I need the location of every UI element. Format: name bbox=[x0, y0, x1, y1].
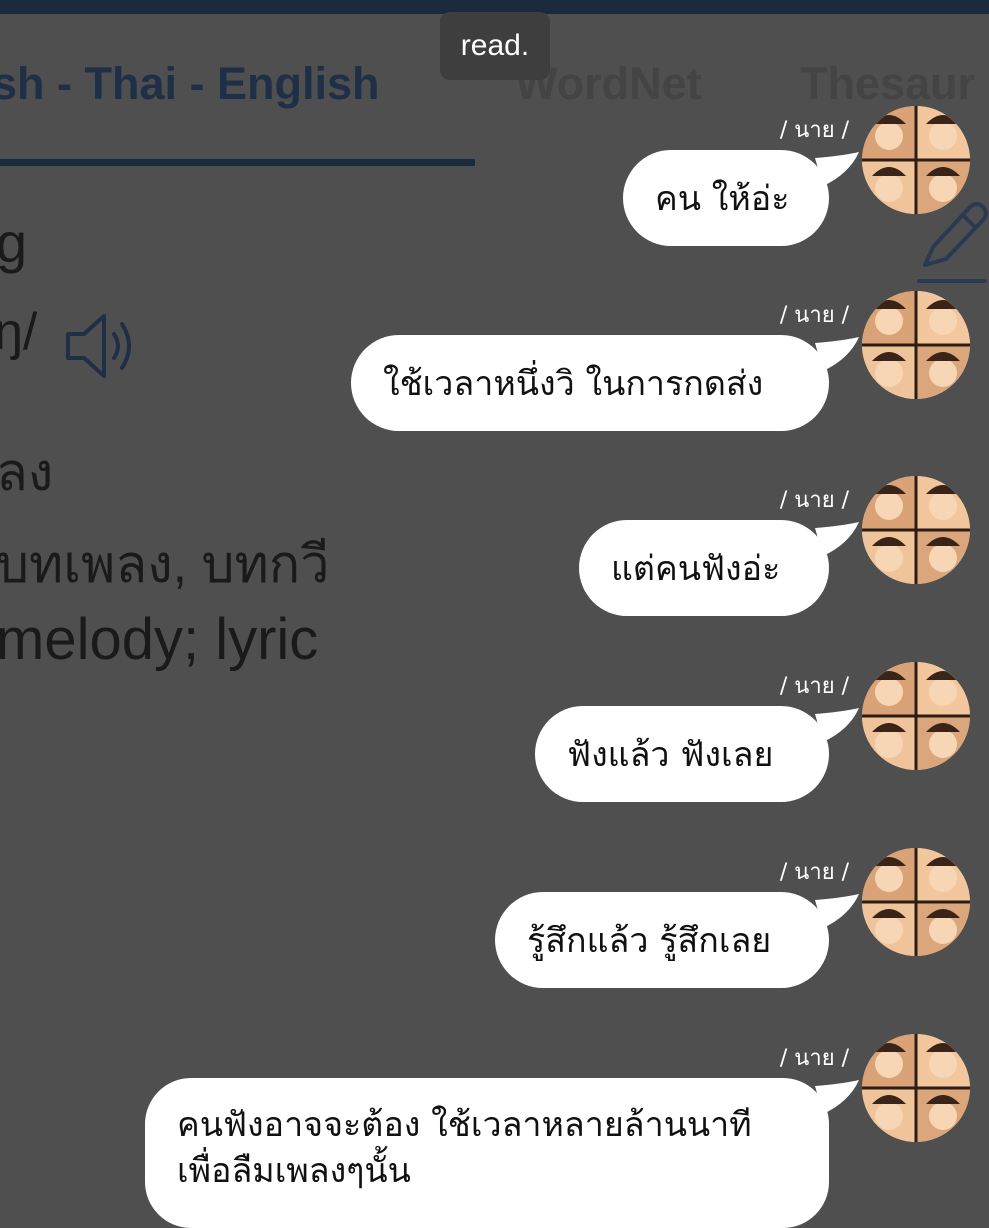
avatar-image[interactable] bbox=[862, 291, 970, 399]
message-text: รู้สึกแล้ว รู้สึกเลย bbox=[527, 921, 772, 961]
avatar-image[interactable] bbox=[862, 662, 970, 770]
chat-message: / นาย / แต่คนฟังอ่ะ bbox=[0, 476, 989, 652]
chat-message: / นาย / ใช้เวลาหนึ่งวิ ในการกดส่ง bbox=[0, 291, 989, 467]
sender-name: / นาย / bbox=[779, 488, 849, 513]
message-text: คนฟังอาจจะต้อง ใช้เวลาหลายล้านนาที เพื่อ… bbox=[177, 1102, 752, 1194]
chat-message: / นาย / คน ให้อ่ะ bbox=[0, 106, 989, 282]
message-text-line: เพื่อลืมเพลงๆนั้น bbox=[177, 1151, 411, 1191]
message-bubble[interactable]: รู้สึกแล้ว รู้สึกเลย bbox=[495, 892, 829, 988]
sender-name: / นาย / bbox=[779, 860, 849, 885]
message-bubble[interactable]: คนฟังอาจจะต้อง ใช้เวลาหลายล้านนาที เพื่อ… bbox=[145, 1078, 829, 1228]
read-toast: read. bbox=[440, 12, 550, 80]
message-bubble[interactable]: ฟังแล้ว ฟังเลย bbox=[535, 706, 829, 802]
message-bubble[interactable]: ใช้เวลาหนึ่งวิ ในการกดส่ง bbox=[351, 335, 829, 431]
message-text: ฟังแล้ว ฟังเลย bbox=[567, 735, 774, 775]
message-bubble[interactable]: แต่คนฟังอ่ะ bbox=[579, 520, 829, 616]
message-text: แต่คนฟังอ่ะ bbox=[611, 549, 781, 589]
chat-message: / นาย / รู้สึกแล้ว รู้สึกเลย bbox=[0, 848, 989, 1024]
tab-thesaurus[interactable]: Thesaur bbox=[800, 58, 975, 110]
chat-message: / นาย / คนฟังอาจจะต้อง ใช้เวลาหลายล้านนา… bbox=[0, 1034, 989, 1228]
sender-name: / นาย / bbox=[779, 1046, 849, 1071]
chat-message: / นาย / ฟังแล้ว ฟังเลย bbox=[0, 662, 989, 838]
message-text-line: คนฟังอาจจะต้อง ใช้เวลาหลายล้านนาที bbox=[177, 1105, 752, 1145]
read-toast-text: read. bbox=[460, 29, 530, 62]
avatar-image[interactable] bbox=[862, 106, 970, 214]
message-text: ใช้เวลาหนึ่งวิ ในการกดส่ง bbox=[383, 364, 764, 404]
sender-name: / นาย / bbox=[779, 674, 849, 699]
message-text: คน ให้อ่ะ bbox=[655, 179, 790, 219]
message-bubble[interactable]: คน ให้อ่ะ bbox=[623, 150, 829, 246]
avatar-image[interactable] bbox=[862, 848, 970, 956]
avatar-image[interactable] bbox=[862, 1034, 970, 1142]
sender-name: / นาย / bbox=[779, 118, 849, 143]
tab-english-thai-english[interactable]: sh - Thai - English bbox=[0, 58, 380, 110]
avatar-image[interactable] bbox=[862, 476, 970, 584]
sender-name: / นาย / bbox=[779, 303, 849, 328]
